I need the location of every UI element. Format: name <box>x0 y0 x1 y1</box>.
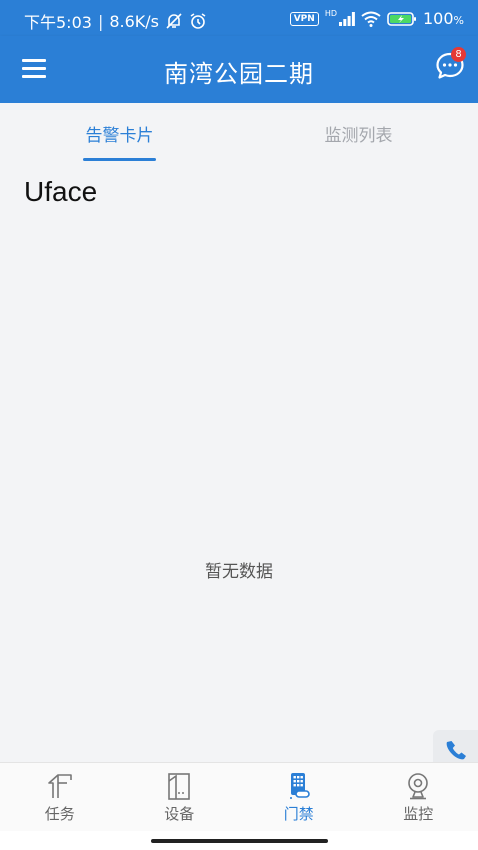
nav-item-monitoring[interactable]: 监控 <box>359 763 478 832</box>
gesture-bar <box>0 831 478 850</box>
wifi-icon <box>361 11 381 27</box>
device-name: Uface <box>24 176 98 207</box>
battery-charging-icon <box>387 11 416 26</box>
nav-label-devices: 设备 <box>164 805 195 823</box>
nav-item-tasks[interactable]: 任务 <box>0 763 120 832</box>
status-right: VPN HD 100% <box>289 9 464 28</box>
status-bar: 下午5:03 | 8.6K/s VPN HD 100% <box>0 0 478 36</box>
vpn-badge: VPN <box>289 11 319 26</box>
bottom-navigation: 任务 设备 门禁 监控 <box>0 762 478 832</box>
page-title: 南湾公园二期 <box>164 60 314 88</box>
nav-item-devices[interactable]: 设备 <box>120 763 240 832</box>
nav-label-access-control: 门禁 <box>283 805 314 823</box>
phone-icon <box>446 741 466 760</box>
tab-monitor-list[interactable]: 监测列表 <box>239 121 478 146</box>
app-bar: 南湾公园二期 <box>0 36 478 103</box>
camera-icon <box>408 773 429 800</box>
empty-state-text: 暂无数据 <box>205 562 273 582</box>
status-divider: | <box>97 11 104 31</box>
device-icon <box>168 773 191 800</box>
tab-active-indicator <box>83 158 156 161</box>
status-left: 下午5:03 | 8.6K/s <box>24 9 207 33</box>
nav-label-tasks: 任务 <box>44 805 75 823</box>
alarm-clock-icon <box>190 13 206 29</box>
home-gesture-handle[interactable] <box>151 839 328 843</box>
cell-signal-icon <box>339 11 355 26</box>
task-icon <box>47 774 72 798</box>
status-net-speed: 8.6K/s <box>109 11 159 31</box>
nav-item-access-control[interactable]: 门禁 <box>239 763 359 832</box>
phone-call-button[interactable] <box>433 730 478 762</box>
tab-bar: 告警卡片 监测列表 <box>0 103 478 163</box>
battery-level: 100% <box>423 9 464 28</box>
nav-label-monitoring: 监控 <box>403 805 434 823</box>
access-control-icon <box>289 773 310 799</box>
status-time: 下午5:03 <box>24 13 92 32</box>
notification-muted-icon <box>166 13 182 29</box>
tab-alert-cards[interactable]: 告警卡片 <box>0 121 239 146</box>
signal-hd-label: HD <box>324 9 337 18</box>
message-count-badge: 8 <box>451 47 466 62</box>
